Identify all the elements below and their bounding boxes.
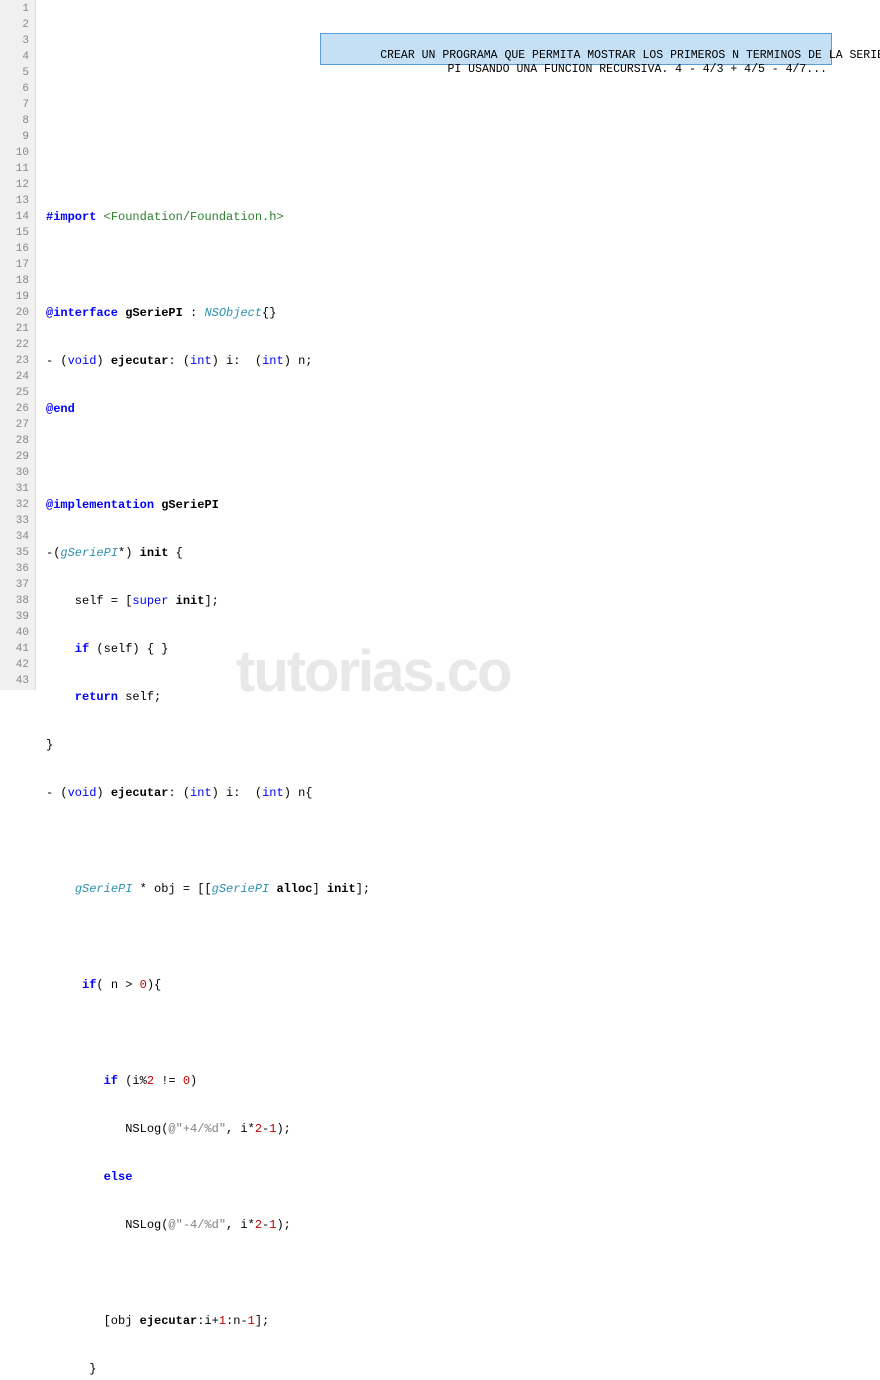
- line-number: 34: [0, 529, 29, 545]
- line-number: 4: [0, 49, 29, 65]
- code-line: if( n > 0){: [46, 977, 880, 993]
- line-number: 8: [0, 113, 29, 129]
- code-line: if (self) { }: [46, 641, 880, 657]
- line-number: 16: [0, 241, 29, 257]
- code-line: }: [46, 1361, 880, 1377]
- code-line: [obj ejecutar:i+1:n-1];: [46, 1313, 880, 1329]
- line-number: 30: [0, 465, 29, 481]
- code-line: NSLog(@"-4/%d", i*2-1);: [46, 1217, 880, 1233]
- code-area[interactable]: CREAR UN PROGRAMA QUE PERMITA MOSTRAR LO…: [36, 0, 880, 690]
- line-number: 9: [0, 129, 29, 145]
- line-number: 15: [0, 225, 29, 241]
- code-editor: 1 2 3 4 5 6 7 8 9 10 11 12 13 14 15 16 1…: [0, 0, 880, 690]
- line-number: 32: [0, 497, 29, 513]
- line-number: 28: [0, 433, 29, 449]
- line-number: 7: [0, 97, 29, 113]
- line-number: 2: [0, 17, 29, 33]
- line-number: 3: [0, 33, 29, 49]
- code-line: [46, 833, 880, 849]
- line-number: 33: [0, 513, 29, 529]
- line-number: 40: [0, 625, 29, 641]
- line-number: 1: [0, 1, 29, 17]
- line-number: 24: [0, 369, 29, 385]
- code-line: }: [46, 737, 880, 753]
- code-line: [46, 113, 880, 129]
- line-number: 27: [0, 417, 29, 433]
- line-number: 29: [0, 449, 29, 465]
- line-number: 21: [0, 321, 29, 337]
- code-line: @end: [46, 401, 880, 417]
- code-line: #import <Foundation/Foundation.h>: [46, 209, 880, 225]
- line-number: 14: [0, 209, 29, 225]
- code-line: if (i%2 != 0): [46, 1073, 880, 1089]
- highlighted-comment: CREAR UN PROGRAMA QUE PERMITA MOSTRAR LO…: [320, 1, 832, 97]
- line-number: 37: [0, 577, 29, 593]
- code-line: - (void) ejecutar: (int) i: (int) n{: [46, 785, 880, 801]
- line-number: 41: [0, 641, 29, 657]
- code-line: [46, 449, 880, 465]
- line-number: 26: [0, 401, 29, 417]
- code-line: @implementation gSeriePI: [46, 497, 880, 513]
- line-number-gutter: 1 2 3 4 5 6 7 8 9 10 11 12 13 14 15 16 1…: [0, 0, 36, 690]
- code-line: else: [46, 1169, 880, 1185]
- code-line: return self;: [46, 689, 880, 705]
- code-line: gSeriePI * obj = [[gSeriePI alloc] init]…: [46, 881, 880, 897]
- line-number: 39: [0, 609, 29, 625]
- line-number: 20: [0, 305, 29, 321]
- code-line: [46, 929, 880, 945]
- line-number: 18: [0, 273, 29, 289]
- line-number: 38: [0, 593, 29, 609]
- line-number: 5: [0, 65, 29, 81]
- line-number: 25: [0, 385, 29, 401]
- line-number: 19: [0, 289, 29, 305]
- line-number: 10: [0, 145, 29, 161]
- code-line: - (void) ejecutar: (int) i: (int) n;: [46, 353, 880, 369]
- banner-line2: PI USANDO UNA FUNCION RECURSIVA. 4 - 4/3…: [325, 63, 827, 77]
- line-number: 11: [0, 161, 29, 177]
- code-line: NSLog(@"+4/%d", i*2-1);: [46, 1121, 880, 1137]
- line-number: 35: [0, 545, 29, 561]
- code-line: [46, 1265, 880, 1281]
- line-number: 23: [0, 353, 29, 369]
- banner-line1: CREAR UN PROGRAMA QUE PERMITA MOSTRAR LO…: [380, 49, 880, 62]
- line-number: 6: [0, 81, 29, 97]
- line-number: 43: [0, 673, 29, 689]
- code-line: [46, 161, 880, 177]
- watermark-text: tutorias.co: [236, 664, 511, 680]
- line-number: 12: [0, 177, 29, 193]
- code-line: [46, 257, 880, 273]
- line-number: 42: [0, 657, 29, 673]
- line-number: 13: [0, 193, 29, 209]
- line-number: 17: [0, 257, 29, 273]
- code-line: @interface gSeriePI : NSObject{}: [46, 305, 880, 321]
- line-number: 31: [0, 481, 29, 497]
- code-line: self = [super init];: [46, 593, 880, 609]
- code-line: -(gSeriePI*) init {: [46, 545, 880, 561]
- code-line: [46, 1025, 880, 1041]
- line-number: 22: [0, 337, 29, 353]
- line-number: 36: [0, 561, 29, 577]
